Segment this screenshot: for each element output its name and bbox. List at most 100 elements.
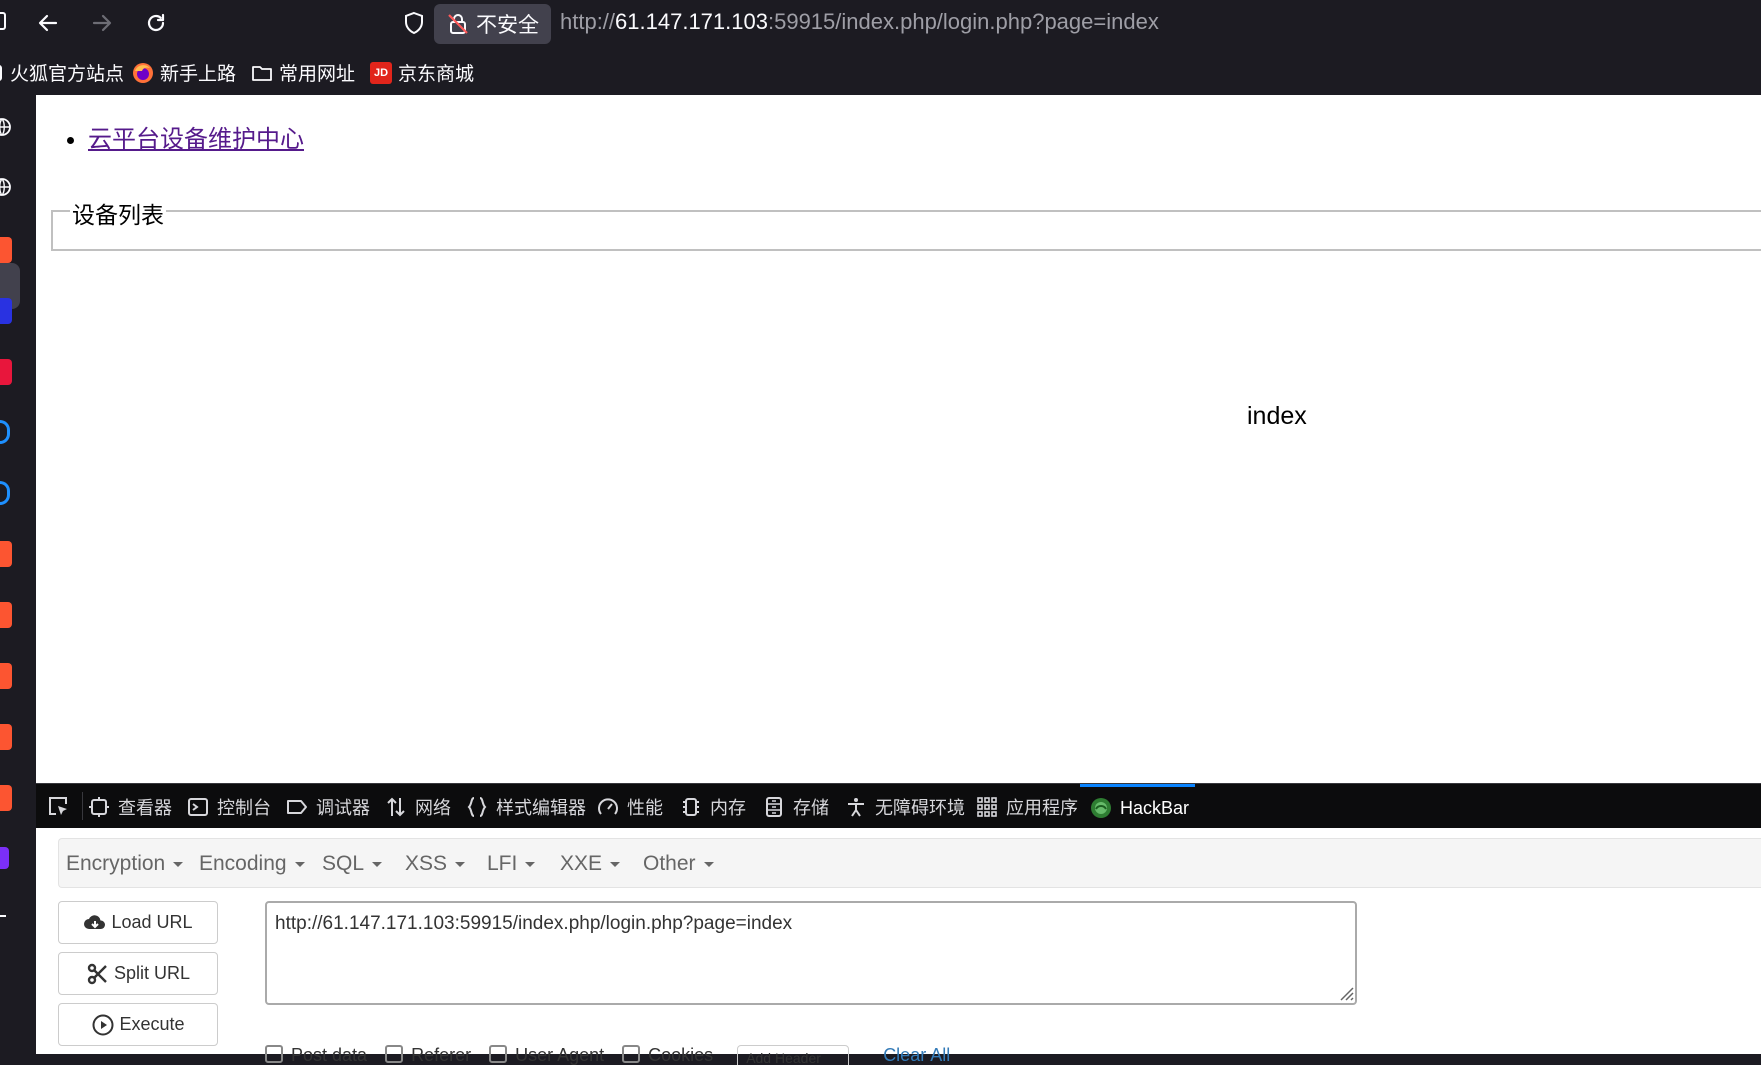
clear-all-link[interactable]: Clear All <box>883 1045 950 1065</box>
csdn-icon[interactable] <box>0 602 12 628</box>
tab-label: HackBar <box>1120 797 1190 818</box>
post-data-checkbox[interactable]: Post data <box>265 1045 367 1065</box>
referer-checkbox[interactable]: Referer <box>385 1045 471 1065</box>
load-url-button[interactable]: Load URL <box>58 901 218 944</box>
tab-application[interactable]: 应用程序 <box>976 784 1078 829</box>
bookmark-firefox-site[interactable]: 火狐官方站点 <box>0 59 124 86</box>
inspector-icon <box>89 796 109 817</box>
csdn-icon[interactable] <box>0 663 12 689</box>
menu-other[interactable]: Other <box>643 852 714 876</box>
tab-debugger[interactable]: 调试器 <box>286 784 370 829</box>
button-label: Execute <box>119 1014 185 1034</box>
tab-label: 无障碍环境 <box>875 797 965 818</box>
execute-button[interactable]: Execute <box>58 1003 218 1046</box>
tab-style-editor[interactable]: 样式编辑器 <box>466 784 586 829</box>
firefox-icon <box>132 62 154 84</box>
site-1-icon[interactable] <box>0 359 12 385</box>
bookmark-common-sites[interactable]: 常用网址 <box>251 59 355 86</box>
tracking-protection-shield-icon[interactable] <box>402 11 426 35</box>
bookmark-label: 火狐官方站点 <box>10 64 125 85</box>
menu-encoding[interactable]: Encoding <box>199 852 305 876</box>
scissors-icon <box>87 963 107 984</box>
menu-label: Other <box>643 852 696 875</box>
tab-network[interactable]: 网络 <box>385 784 451 829</box>
tab-label: 网络 <box>415 797 451 818</box>
csdn-icon[interactable] <box>0 541 12 567</box>
checkbox-label: Referer <box>411 1045 472 1065</box>
tab-console[interactable]: 控制台 <box>187 784 271 829</box>
baidu-icon[interactable] <box>0 298 12 324</box>
tab-accessibility[interactable]: 无障碍环境 <box>845 784 965 829</box>
nav-list-item: 云平台设备维护中心 <box>88 119 304 154</box>
sidebar-toggle-icon[interactable] <box>0 12 6 30</box>
accessibility-icon <box>848 797 864 817</box>
jd-icon: JD <box>370 61 392 84</box>
devtools-tabbar: 查看器 控制台 调试器 网络 样式编辑器 性能 内存 存储 无障碍环境 应用程序… <box>36 783 1761 828</box>
globe-icon[interactable] <box>0 117 12 137</box>
menu-label: Encoding <box>199 852 287 875</box>
menu-label: LFI <box>487 852 518 875</box>
checkbox-box[interactable] <box>622 1045 641 1063</box>
forward-button[interactable] <box>84 6 120 40</box>
user-agent-checkbox[interactable]: User Agent <box>489 1045 604 1065</box>
url-prefix: http:// <box>560 9 616 34</box>
menu-label: XSS <box>405 852 448 875</box>
bookmark-label: 京东商城 <box>398 64 475 85</box>
tab-label: 调试器 <box>316 797 370 818</box>
add-header-button[interactable]: Add Header <box>737 1045 850 1065</box>
menu-label: SQL <box>322 852 365 875</box>
site-ring-icon[interactable] <box>0 420 10 444</box>
button-label: Load URL <box>111 912 193 932</box>
site-ring-icon[interactable] <box>0 481 10 505</box>
url-textarea[interactable]: http://61.147.171.103:59915/index.php/lo… <box>265 901 1357 1005</box>
menu-label: XXE <box>560 852 603 875</box>
device-list-fieldset: 设备列表 <box>51 196 1761 251</box>
nav-list: 云平台设备维护中心 <box>88 119 304 154</box>
split-url-button[interactable]: Split URL <box>58 952 218 995</box>
resize-grip-icon[interactable] <box>1336 983 1354 1001</box>
element-picker-icon[interactable] <box>46 794 70 818</box>
back-button[interactable] <box>30 6 66 40</box>
performance-icon <box>598 797 618 815</box>
back-icon <box>38 14 58 32</box>
site-a-icon[interactable] <box>0 847 9 869</box>
csdn-icon[interactable] <box>0 785 12 811</box>
tab-storage[interactable]: 存储 <box>763 784 829 829</box>
menu-lfi[interactable]: LFI <box>487 852 536 876</box>
browser-toolbar: 不安全 http://61.147.171.103:59915/index.ph… <box>0 0 1761 47</box>
csdn-icon[interactable] <box>0 724 12 750</box>
checkbox-box[interactable] <box>385 1045 404 1063</box>
checkbox-box[interactable] <box>489 1045 508 1063</box>
browser-sidebar <box>0 95 36 1054</box>
globe-icon[interactable] <box>0 177 12 197</box>
menu-xxe[interactable]: XXE <box>560 852 621 876</box>
hackbar-menu: Encryption Encoding SQL XSS LFI XXE Othe… <box>58 838 1761 888</box>
bookmark-jd[interactable]: JD 京东商城 <box>370 59 474 86</box>
tab-memory[interactable]: 内存 <box>680 784 746 829</box>
play-circle-icon <box>92 1014 114 1035</box>
caret-down-icon <box>455 861 466 867</box>
checkbox-box[interactable] <box>265 1045 283 1063</box>
debugger-icon <box>287 799 307 814</box>
menu-xss[interactable]: XSS <box>405 852 466 876</box>
device-center-link[interactable]: 云平台设备维护中心 <box>88 125 304 153</box>
bookmark-label: 常用网址 <box>279 64 356 85</box>
tab-performance[interactable]: 性能 <box>597 784 663 829</box>
tab-hackbar[interactable]: HackBar <box>1080 784 1195 829</box>
tab-divider <box>82 792 83 820</box>
url-text[interactable]: http://61.147.171.103:59915/index.php/lo… <box>560 9 1159 35</box>
bookmark-getting-started[interactable]: 新手上路 <box>132 59 236 86</box>
page-main-text: index <box>1247 402 1307 430</box>
cookies-checkbox[interactable]: Cookies <box>622 1045 713 1065</box>
menu-label: Encryption <box>66 852 166 875</box>
site-security-indicator[interactable]: 不安全 <box>434 4 551 44</box>
bookmark-label: 新手上路 <box>160 64 237 85</box>
button-label: Split URL <box>113 963 191 983</box>
folder-icon <box>251 62 273 84</box>
csdn-icon[interactable] <box>0 237 12 263</box>
tab-inspector[interactable]: 查看器 <box>88 784 172 829</box>
menu-sql[interactable]: SQL <box>322 852 383 876</box>
menu-encryption[interactable]: Encryption <box>66 852 184 876</box>
reload-button[interactable] <box>138 6 174 40</box>
sidebar-more-icon[interactable] <box>0 915 6 917</box>
